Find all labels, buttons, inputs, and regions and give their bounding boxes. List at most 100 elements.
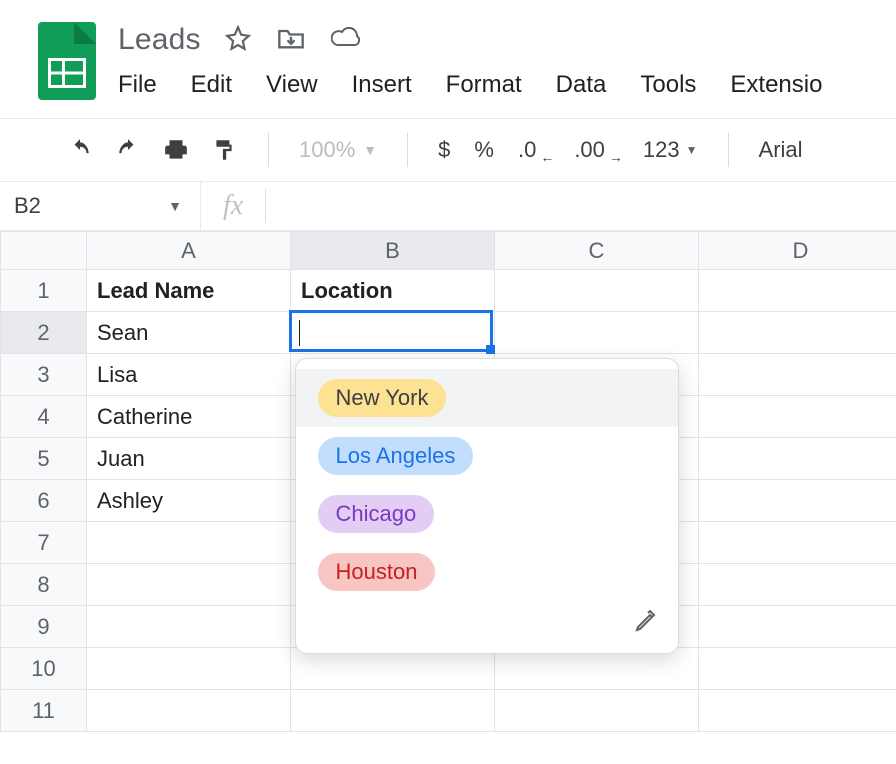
redo-icon[interactable] bbox=[114, 136, 142, 164]
cell[interactable]: Lead Name bbox=[87, 270, 291, 312]
cell[interactable] bbox=[699, 648, 896, 690]
menu-edit[interactable]: Edit bbox=[191, 71, 232, 99]
cell[interactable] bbox=[699, 438, 896, 480]
undo-icon[interactable] bbox=[66, 136, 94, 164]
data-validation-dropdown: New York Los Angeles Chicago Houston bbox=[295, 358, 679, 654]
format-percent-button[interactable]: % bbox=[474, 137, 494, 163]
formula-input[interactable] bbox=[266, 182, 896, 230]
row-header[interactable]: 7 bbox=[1, 522, 87, 564]
cell[interactable] bbox=[699, 564, 896, 606]
edit-dropdown-icon[interactable] bbox=[634, 609, 658, 639]
cell[interactable] bbox=[495, 312, 699, 354]
column-header-row: A B C D bbox=[1, 232, 896, 270]
more-formats-button[interactable]: 123 ▼ bbox=[643, 137, 698, 163]
cell[interactable]: Location bbox=[291, 270, 495, 312]
row-header[interactable]: 8 bbox=[1, 564, 87, 606]
cloud-status-icon[interactable] bbox=[331, 27, 361, 54]
font-family-select[interactable]: Arial bbox=[759, 137, 803, 163]
zoom-value: 100% bbox=[299, 137, 355, 163]
dropdown-chip: Los Angeles bbox=[318, 437, 474, 475]
row-header[interactable]: 6 bbox=[1, 480, 87, 522]
column-header[interactable]: D bbox=[699, 232, 896, 270]
chevron-down-icon: ▼ bbox=[168, 198, 182, 214]
sheets-document-icon[interactable] bbox=[38, 22, 96, 100]
menu-tools[interactable]: Tools bbox=[640, 71, 696, 99]
spreadsheet-grid[interactable]: A B C D 1 Lead Name Location 2 Sean bbox=[0, 231, 896, 732]
cell[interactable]: Juan bbox=[87, 438, 291, 480]
zoom-select[interactable]: 100% ▼ bbox=[299, 137, 377, 163]
cell[interactable]: Sean bbox=[87, 312, 291, 354]
cell[interactable] bbox=[87, 564, 291, 606]
menu-view[interactable]: View bbox=[266, 71, 318, 99]
dropdown-option[interactable]: Chicago bbox=[296, 485, 678, 543]
cell[interactable] bbox=[495, 690, 699, 732]
document-title[interactable]: Leads bbox=[118, 23, 201, 57]
cell[interactable] bbox=[495, 270, 699, 312]
menu-bar: File Edit View Insert Format Data Tools … bbox=[118, 67, 822, 99]
dropdown-option[interactable]: Los Angeles bbox=[296, 427, 678, 485]
title-bar: Leads File Edit View Insert bbox=[0, 22, 896, 100]
table-row: 10 bbox=[1, 648, 896, 690]
cell[interactable] bbox=[699, 396, 896, 438]
table-row: 11 bbox=[1, 690, 896, 732]
separator bbox=[407, 133, 408, 167]
dropdown-chip: Chicago bbox=[318, 495, 435, 533]
print-icon[interactable] bbox=[162, 136, 190, 164]
cell[interactable]: Ashley bbox=[87, 480, 291, 522]
cell[interactable] bbox=[699, 354, 896, 396]
cell[interactable] bbox=[87, 690, 291, 732]
cell[interactable] bbox=[495, 648, 699, 690]
format-currency-button[interactable]: $ bbox=[438, 137, 450, 163]
menu-format[interactable]: Format bbox=[446, 71, 522, 99]
cell[interactable] bbox=[87, 648, 291, 690]
row-header[interactable]: 3 bbox=[1, 354, 87, 396]
cell[interactable] bbox=[87, 522, 291, 564]
column-header[interactable]: B bbox=[291, 232, 495, 270]
cell[interactable] bbox=[699, 480, 896, 522]
cell[interactable] bbox=[699, 522, 896, 564]
menu-extensions[interactable]: Extensio bbox=[730, 71, 822, 99]
name-box[interactable]: B2 ▼ bbox=[0, 193, 200, 219]
cell[interactable] bbox=[699, 312, 896, 354]
star-icon[interactable] bbox=[225, 25, 251, 56]
cell[interactable] bbox=[699, 606, 896, 648]
separator bbox=[268, 133, 269, 167]
cell[interactable] bbox=[699, 690, 896, 732]
formula-bar: B2 ▼ fx bbox=[0, 181, 896, 231]
row-header[interactable]: 10 bbox=[1, 648, 87, 690]
toolbar: 100% ▼ $ % .0 .00 123 ▼ Arial bbox=[0, 119, 896, 181]
paint-format-icon[interactable] bbox=[210, 136, 238, 164]
column-header[interactable]: C bbox=[495, 232, 699, 270]
decrease-decimal-button[interactable]: .0 bbox=[518, 137, 550, 163]
dropdown-option[interactable]: Houston bbox=[296, 543, 678, 601]
row-header[interactable]: 11 bbox=[1, 690, 87, 732]
row-header[interactable]: 2 bbox=[1, 312, 87, 354]
table-row: 1 Lead Name Location bbox=[1, 270, 896, 312]
increase-decimal-button[interactable]: .00 bbox=[574, 137, 619, 163]
cell-active[interactable] bbox=[291, 312, 495, 354]
fx-label: fx bbox=[201, 190, 265, 222]
row-header[interactable]: 9 bbox=[1, 606, 87, 648]
row-header[interactable]: 4 bbox=[1, 396, 87, 438]
dropdown-option[interactable]: New York bbox=[296, 369, 678, 427]
menu-file[interactable]: File bbox=[118, 71, 157, 99]
more-formats-label: 123 bbox=[643, 137, 680, 163]
separator bbox=[728, 133, 729, 167]
cell[interactable] bbox=[87, 606, 291, 648]
move-to-folder-icon[interactable] bbox=[277, 26, 305, 55]
column-header[interactable]: A bbox=[87, 232, 291, 270]
row-header[interactable]: 1 bbox=[1, 270, 87, 312]
cell[interactable] bbox=[291, 648, 495, 690]
dropdown-chip: New York bbox=[318, 379, 447, 417]
table-row: 2 Sean bbox=[1, 312, 896, 354]
cell[interactable]: Lisa bbox=[87, 354, 291, 396]
menu-insert[interactable]: Insert bbox=[352, 71, 412, 99]
select-all-corner[interactable] bbox=[1, 232, 87, 270]
cell[interactable]: Catherine bbox=[87, 396, 291, 438]
row-header[interactable]: 5 bbox=[1, 438, 87, 480]
cell[interactable] bbox=[699, 270, 896, 312]
chevron-down-icon: ▼ bbox=[686, 143, 698, 157]
cell[interactable] bbox=[291, 690, 495, 732]
dropdown-chip: Houston bbox=[318, 553, 436, 591]
menu-data[interactable]: Data bbox=[556, 71, 607, 99]
